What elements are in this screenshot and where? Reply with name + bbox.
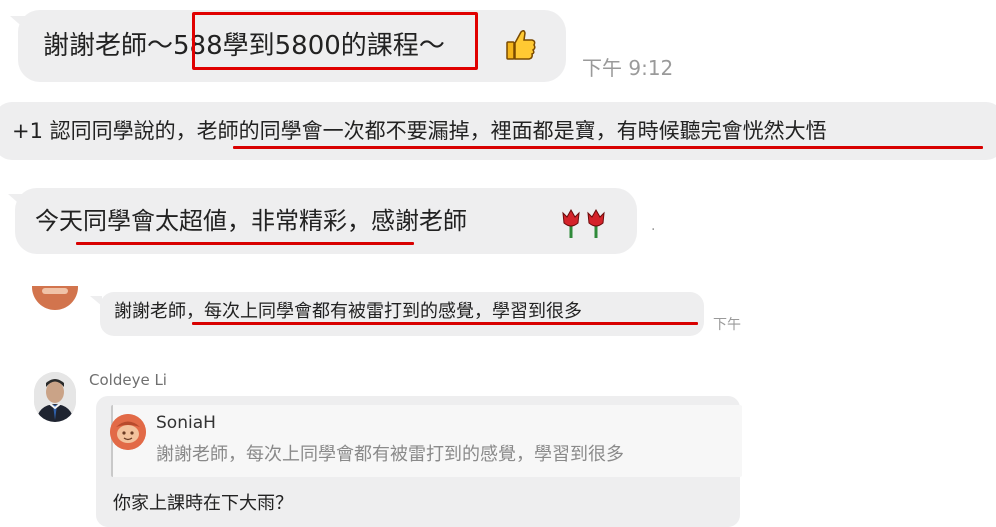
message-text: +1 認同同學說的，老師的同學會一次都不要漏掉，裡面都是寶，有時候聽完會恍然大悟 <box>12 119 827 143</box>
message-bubble-4[interactable]: 謝謝老師，每次上同學會都有被雷打到的感覺，學習到很多 <box>100 292 704 336</box>
message-text: 你家上課時在下大雨？ <box>113 493 293 514</box>
thumbs-up-icon <box>506 29 536 60</box>
timestamp: 下午 <box>713 317 741 333</box>
message-text: 謝謝老師，每次上同學會都有被雷打到的感覺，學習到很多 <box>114 301 582 322</box>
separator-dot: · <box>651 222 656 238</box>
quoted-text: 謝謝老師，每次上同學會都有被雷打到的感覺，學習到很多 <box>156 444 624 465</box>
annotation-underline <box>233 146 983 149</box>
message-bubble-2[interactable]: +1 認同同學說的，老師的同學會一次都不要漏掉，裡面都是寶，有時候聽完會恍然大悟 <box>0 102 996 160</box>
timestamp: 下午 9:12 <box>582 56 674 80</box>
message-text-prefix: 謝謝老師～ <box>43 31 174 61</box>
annotation-underline <box>76 242 414 245</box>
tulip-icon <box>562 208 605 238</box>
avatar <box>110 414 146 450</box>
message-text: 今天同學會太超値，非常精彩，感謝老師 <box>35 207 467 235</box>
avatar[interactable] <box>34 372 76 422</box>
highlight-box <box>192 12 478 70</box>
quoted-sender-name: SoniaH <box>156 413 216 433</box>
avatar[interactable] <box>32 286 78 310</box>
annotation-underline <box>192 322 698 325</box>
sender-name: Coldeye Li <box>89 371 167 389</box>
